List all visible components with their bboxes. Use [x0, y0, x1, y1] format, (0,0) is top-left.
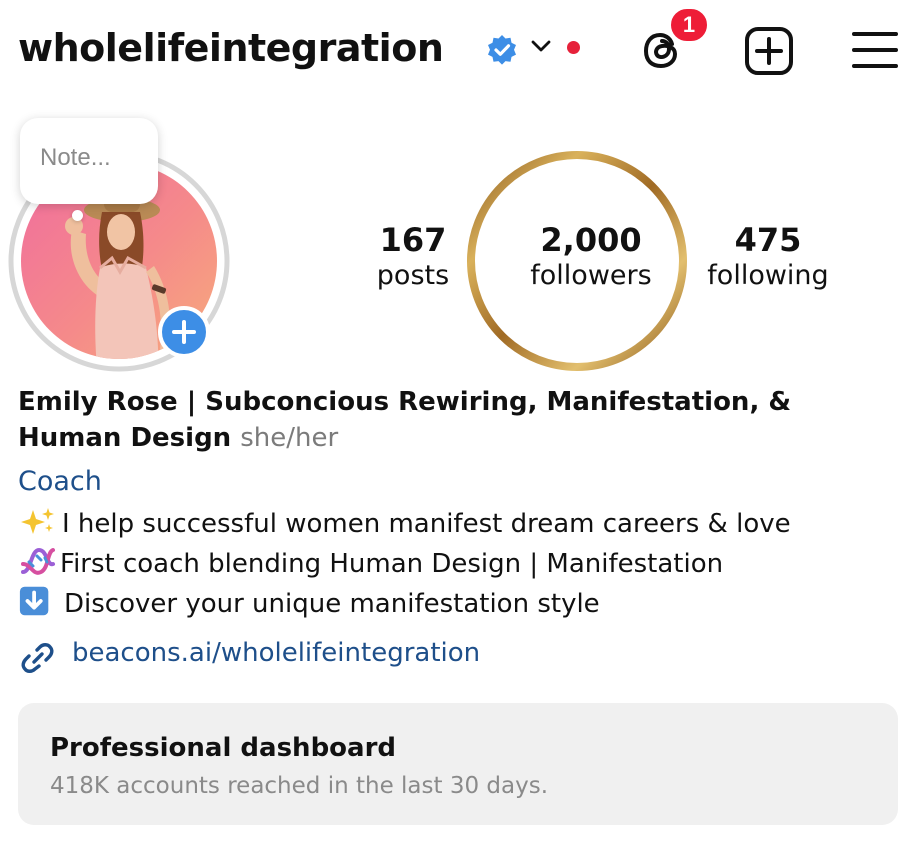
verified-badge-icon: [488, 35, 516, 65]
down-arrow-icon: [19, 586, 49, 616]
pronouns: she/her: [240, 423, 339, 453]
note-bubble[interactable]: Note...: [20, 118, 158, 204]
display-name-line2: Human Design: [18, 423, 232, 453]
dna-icon: [21, 547, 55, 575]
bio-line-3-text: Discover your unique manifestation style: [64, 589, 600, 619]
stat-posts[interactable]: 167 posts: [360, 222, 466, 294]
posts-count: 167: [379, 221, 447, 259]
bio-link-text[interactable]: beacons.ai/wholelifeintegration: [72, 638, 480, 668]
dashboard-title: Professional dashboard: [50, 733, 397, 763]
stat-followers[interactable]: 2,000 followers: [505, 222, 677, 294]
following-count: 475: [734, 221, 802, 259]
add-story-icon[interactable]: [158, 306, 210, 358]
following-label: following: [707, 260, 829, 291]
create-post-icon[interactable]: [742, 24, 796, 78]
category-label[interactable]: Coach: [18, 466, 102, 497]
bio-line-1-text: I help successful women manifest dream c…: [62, 509, 791, 539]
stat-following[interactable]: 475 following: [696, 222, 840, 294]
display-name-line1: Emily Rose | Subconcious Rewiring, Manif…: [18, 387, 792, 417]
followers-count: 2,000: [540, 221, 642, 259]
chevron-down-icon[interactable]: [531, 40, 551, 54]
bio-line-3: Discover your unique manifestation style: [18, 586, 600, 619]
notification-count-badge: 1: [668, 6, 710, 44]
professional-dashboard-card[interactable]: Professional dashboard 418K accounts rea…: [18, 703, 898, 825]
bio-line-1: I help successful women manifest dream c…: [18, 506, 791, 539]
followers-label: followers: [530, 260, 652, 291]
account-alert-dot: [567, 41, 580, 54]
link-icon: [21, 643, 54, 673]
display-name: Emily Rose | Subconcious Rewiring, Manif…: [18, 384, 898, 456]
bio-line-2: First coach blending Human Design | Mani…: [18, 546, 723, 579]
dashboard-subtitle: 418K accounts reached in the last 30 day…: [50, 773, 549, 799]
note-bubble-tail: [72, 210, 83, 221]
posts-label: posts: [376, 260, 450, 291]
top-bar: wholelifeintegration 1: [0, 0, 915, 100]
hamburger-menu-icon[interactable]: [850, 26, 900, 74]
bio-line-2-text: First coach blending Human Design | Mani…: [60, 549, 724, 579]
sparkles-icon: [21, 508, 54, 534]
account-switcher-username[interactable]: wholelifeintegration: [18, 26, 444, 70]
